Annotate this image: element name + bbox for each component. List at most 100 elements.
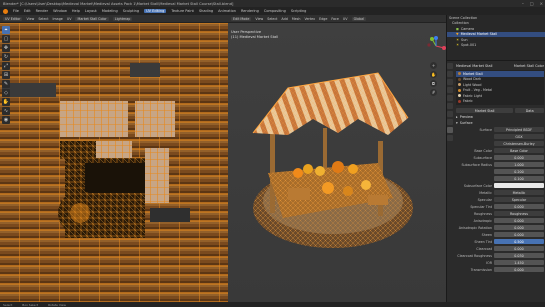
vp-menu-select[interactable]: Select bbox=[267, 17, 277, 21]
surface-shader-field[interactable]: Principled BSDF bbox=[494, 126, 544, 133]
menu-window[interactable]: Window bbox=[53, 9, 67, 13]
grab-icon[interactable]: ✋ bbox=[2, 98, 10, 106]
vp-menu-add[interactable]: Add bbox=[281, 17, 287, 21]
blender-logo-icon[interactable] bbox=[3, 8, 8, 14]
pinch-icon[interactable]: ◉ bbox=[2, 116, 10, 124]
subsurface-method-dropdown[interactable]: Christensen-Burley bbox=[494, 140, 544, 147]
tab-compositing[interactable]: Compositing bbox=[264, 9, 286, 13]
tab-modeling[interactable]: Modeling bbox=[102, 9, 118, 13]
cursor-icon[interactable]: ⌖ bbox=[2, 26, 10, 34]
uv-editor-type-button[interactable]: UV Editor bbox=[3, 16, 23, 21]
vp-menu-uv[interactable]: UV bbox=[343, 17, 348, 21]
menu-file[interactable]: File bbox=[13, 9, 19, 13]
minimize-icon[interactable]: – bbox=[522, 1, 524, 6]
menu-help[interactable]: Help bbox=[72, 9, 80, 13]
scale-icon[interactable]: ⤢ bbox=[2, 62, 10, 70]
menu-edit[interactable]: Edit bbox=[24, 9, 31, 13]
maximize-icon[interactable]: □ bbox=[530, 1, 534, 6]
uv-menu-image[interactable]: Image bbox=[52, 17, 62, 21]
status-select: Select bbox=[3, 302, 13, 307]
modifier-tab-icon[interactable] bbox=[447, 111, 453, 117]
tab-shading[interactable]: Shading bbox=[199, 9, 213, 13]
properties-breadcrumb: Medieval Market Stall Market Stall Color bbox=[456, 63, 544, 69]
vp-menu-view[interactable]: View bbox=[255, 17, 263, 21]
uv-menu-uv[interactable]: UV bbox=[67, 17, 72, 21]
world-tab-icon[interactable] bbox=[447, 95, 453, 101]
tool-tab-icon[interactable] bbox=[447, 63, 453, 69]
vp-menu-vertex[interactable]: Vertex bbox=[305, 17, 316, 21]
window-controls: – □ × bbox=[522, 0, 543, 7]
tab-texture-paint[interactable]: Texture Paint bbox=[171, 9, 194, 13]
transform-icon[interactable]: ⊞ bbox=[2, 71, 10, 79]
select-box-icon[interactable]: ▢ bbox=[2, 35, 10, 43]
rotate-icon[interactable]: ↻ bbox=[2, 53, 10, 61]
shader-input-row: Specular Tint 0.000 bbox=[456, 203, 544, 210]
vp-menu-mesh[interactable]: Mesh bbox=[292, 17, 301, 21]
orientation-dropdown[interactable]: Global bbox=[351, 16, 367, 21]
grid-icon[interactable]: # bbox=[430, 89, 437, 96]
mesh-icon: ▼ bbox=[456, 32, 459, 37]
scene-tab-icon[interactable] bbox=[447, 87, 453, 93]
close-icon[interactable]: × bbox=[540, 1, 543, 6]
shader-input-row: Sheen 0.000 bbox=[456, 231, 544, 238]
pan-hand-icon[interactable]: ✋ bbox=[430, 71, 437, 78]
uv-menu-view[interactable]: View bbox=[26, 17, 34, 21]
window-title: Blender* [C:\Users\User\Desktop\Medieval… bbox=[3, 1, 234, 6]
viewport-info: User Perspective (11) Medieval Market St… bbox=[231, 30, 278, 39]
data-tab-icon[interactable] bbox=[447, 119, 453, 125]
distribution-dropdown[interactable]: GGX bbox=[494, 133, 544, 140]
camera-icon: ◼ bbox=[456, 26, 459, 31]
move-icon[interactable]: ✥ bbox=[2, 44, 10, 52]
color-swatch[interactable] bbox=[494, 182, 544, 189]
uv-editor-canvas[interactable] bbox=[0, 23, 228, 302]
output-tab-icon[interactable] bbox=[447, 79, 453, 85]
material-name-field[interactable]: Market Stall bbox=[456, 107, 514, 114]
distribution-row: GGX bbox=[456, 133, 544, 140]
image-selector[interactable]: Market Stall Color bbox=[75, 16, 109, 21]
material-tab-icon[interactable] bbox=[447, 127, 453, 133]
shader-input-row: Clearcoat 0.000 bbox=[456, 245, 544, 252]
edit-mode-dropdown[interactable]: Edit Mode bbox=[231, 16, 252, 21]
annotate-icon[interactable]: ✎ bbox=[2, 80, 10, 88]
render-tab-icon[interactable] bbox=[447, 71, 453, 77]
object-tab-icon[interactable] bbox=[447, 103, 453, 109]
zoom-icon[interactable]: + bbox=[430, 62, 437, 69]
texture-label-field[interactable]: Lightmap bbox=[112, 16, 133, 21]
light-icon: ☀ bbox=[456, 43, 460, 48]
tab-layout[interactable]: Layout bbox=[85, 9, 97, 13]
vp-menu-face[interactable]: Face bbox=[331, 17, 338, 21]
status-rotate: Rotate View bbox=[48, 302, 66, 307]
data-link-dropdown[interactable]: Data bbox=[515, 107, 544, 114]
tab-rendering[interactable]: Rendering bbox=[241, 9, 259, 13]
properties-tabs bbox=[446, 61, 454, 141]
shader-input-row: Subsurface Radius 1.000 bbox=[456, 161, 544, 168]
tab-animation[interactable]: Animation bbox=[218, 9, 236, 13]
shader-input-row: Anisotropic Rotation 0.000 bbox=[456, 224, 544, 231]
menu-render[interactable]: Render bbox=[36, 9, 48, 13]
subsurface-method-row: Christensen-Burley bbox=[456, 140, 544, 147]
camera-icon[interactable]: ◘ bbox=[430, 80, 437, 87]
outliner-row[interactable]: ☀ Spot.001 bbox=[447, 43, 545, 49]
uv-menu-select[interactable]: Select bbox=[38, 17, 48, 21]
tab-uv-editing[interactable]: UV Editing bbox=[144, 9, 167, 13]
viewport-nav-buttons: + ✋ ◘ # bbox=[430, 62, 437, 96]
menu-bar: File Edit Render Window Help Layout Mode… bbox=[0, 7, 545, 15]
shader-input-row: Subsurface Color bbox=[456, 182, 544, 189]
navigation-gizmo-icon[interactable] bbox=[426, 36, 446, 56]
title-bar: Blender* [C:\Users\User\Desktop\Medieval… bbox=[0, 0, 545, 7]
relax-icon[interactable]: ∿ bbox=[2, 107, 10, 115]
object-name: Medieval Market Stall bbox=[456, 64, 493, 68]
material-slot[interactable]: Fabric bbox=[456, 99, 544, 105]
tab-sculpting[interactable]: Sculpting bbox=[123, 9, 139, 13]
light-icon: ☀ bbox=[456, 37, 460, 42]
texture-tab-icon[interactable] bbox=[447, 135, 453, 141]
vp-menu-edge[interactable]: Edge bbox=[319, 17, 327, 21]
3d-viewport[interactable] bbox=[228, 23, 446, 302]
rip-icon[interactable]: ◇ bbox=[2, 89, 10, 97]
material-slot-list: Market Stall Wood Dark Light Wood Fruit … bbox=[456, 70, 544, 105]
active-object-label: (11) Medieval Market Stall bbox=[231, 34, 279, 39]
shader-input-row: Base Color Base Color bbox=[456, 147, 544, 154]
shader-input-row: IOR 1.450 bbox=[456, 259, 544, 266]
viewport-header: Edit Mode View Select Add Mesh Vertex Ed… bbox=[228, 15, 446, 23]
tab-scripting[interactable]: Scripting bbox=[291, 9, 307, 13]
